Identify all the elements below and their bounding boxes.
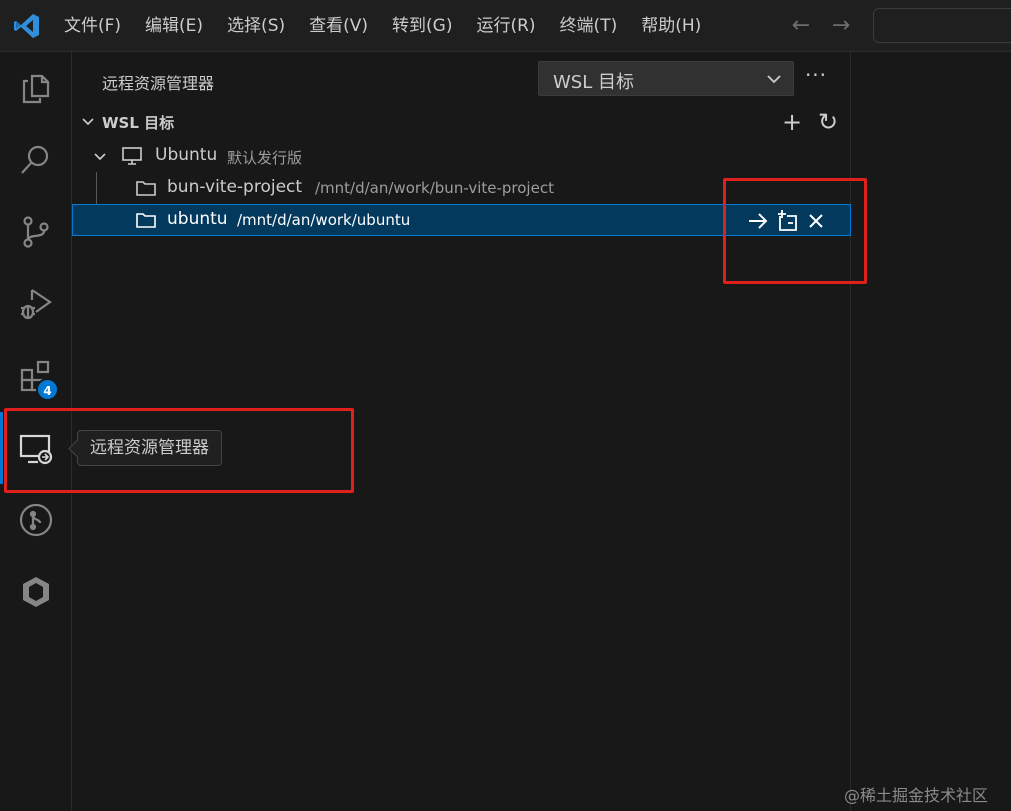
- distro-name: Ubuntu: [155, 145, 218, 165]
- folder-path: /mnt/d/an/work/ubuntu: [237, 211, 411, 229]
- menu-view[interactable]: 查看(V): [297, 13, 380, 39]
- activity-search[interactable]: [0, 124, 72, 196]
- refresh-icon[interactable]: ↻: [815, 110, 841, 136]
- debug-icon: [21, 289, 52, 320]
- activity-run-debug[interactable]: [0, 268, 72, 340]
- add-icon[interactable]: +: [779, 110, 805, 136]
- menu-run[interactable]: 运行(R): [464, 13, 547, 39]
- folder-icon: [136, 181, 156, 196]
- search-icon: [21, 145, 49, 174]
- watermark: @稀土掘金技术社区: [844, 786, 989, 805]
- folder-path: /mnt/d/an/work/bun-vite-project: [315, 179, 554, 197]
- vscode-logo-icon: [14, 14, 39, 38]
- menu-edit[interactable]: 编辑(E): [133, 13, 215, 39]
- distro-desc: 默认发行版: [227, 149, 303, 167]
- distro-row[interactable]: Ubuntu 默认发行版: [72, 140, 851, 172]
- chevron-down-icon: [94, 153, 106, 161]
- menu-help[interactable]: 帮助(H): [629, 13, 713, 39]
- menu-go[interactable]: 转到(G): [380, 13, 464, 39]
- folder-icon: [136, 213, 156, 228]
- annotation-box-row-actions: [723, 178, 867, 284]
- sidebar-title: 远程资源管理器: [102, 74, 215, 93]
- annotation-box-remote-explorer: [4, 408, 354, 493]
- section-title: WSL 目标: [102, 114, 175, 132]
- extensions-badge: 4: [36, 378, 59, 401]
- more-actions-button[interactable]: ···: [804, 65, 828, 90]
- arrow-left-icon[interactable]: ←: [789, 12, 813, 40]
- command-center-search[interactable]: [873, 8, 1011, 43]
- activity-explorer[interactable]: [0, 52, 72, 124]
- menu-selection[interactable]: 选择(S): [215, 13, 297, 39]
- select-value: WSL 目标: [553, 72, 634, 93]
- wsl-targets-section-header[interactable]: WSL 目标 + ↻: [72, 108, 851, 136]
- folder-name: bun-vite-project: [167, 177, 303, 197]
- source-control-icon: [23, 216, 49, 248]
- chevron-down-icon: [767, 75, 781, 84]
- activity-git[interactable]: [0, 484, 72, 556]
- folder-name: ubuntu: [167, 209, 228, 229]
- files-icon: [22, 74, 50, 104]
- arrow-right-icon[interactable]: →: [829, 12, 853, 40]
- activity-other[interactable]: [0, 556, 72, 628]
- monitor-icon: [122, 147, 142, 165]
- remote-target-select[interactable]: WSL 目标: [538, 61, 794, 96]
- chevron-down-icon: [82, 118, 94, 126]
- menu-file[interactable]: 文件(F): [64, 13, 133, 39]
- git-icon: [19, 503, 53, 537]
- menu-terminal[interactable]: 终端(T): [548, 13, 630, 39]
- menu-bar: 文件(F) 编辑(E) 选择(S) 查看(V) 转到(G) 运行(R) 终端(T…: [64, 13, 713, 39]
- kubernetes-icon: [23, 577, 49, 607]
- title-bar: 文件(F) 编辑(E) 选择(S) 查看(V) 转到(G) 运行(R) 终端(T…: [0, 0, 1011, 52]
- activity-source-control[interactable]: [0, 196, 72, 268]
- activity-extensions[interactable]: 4: [0, 340, 72, 412]
